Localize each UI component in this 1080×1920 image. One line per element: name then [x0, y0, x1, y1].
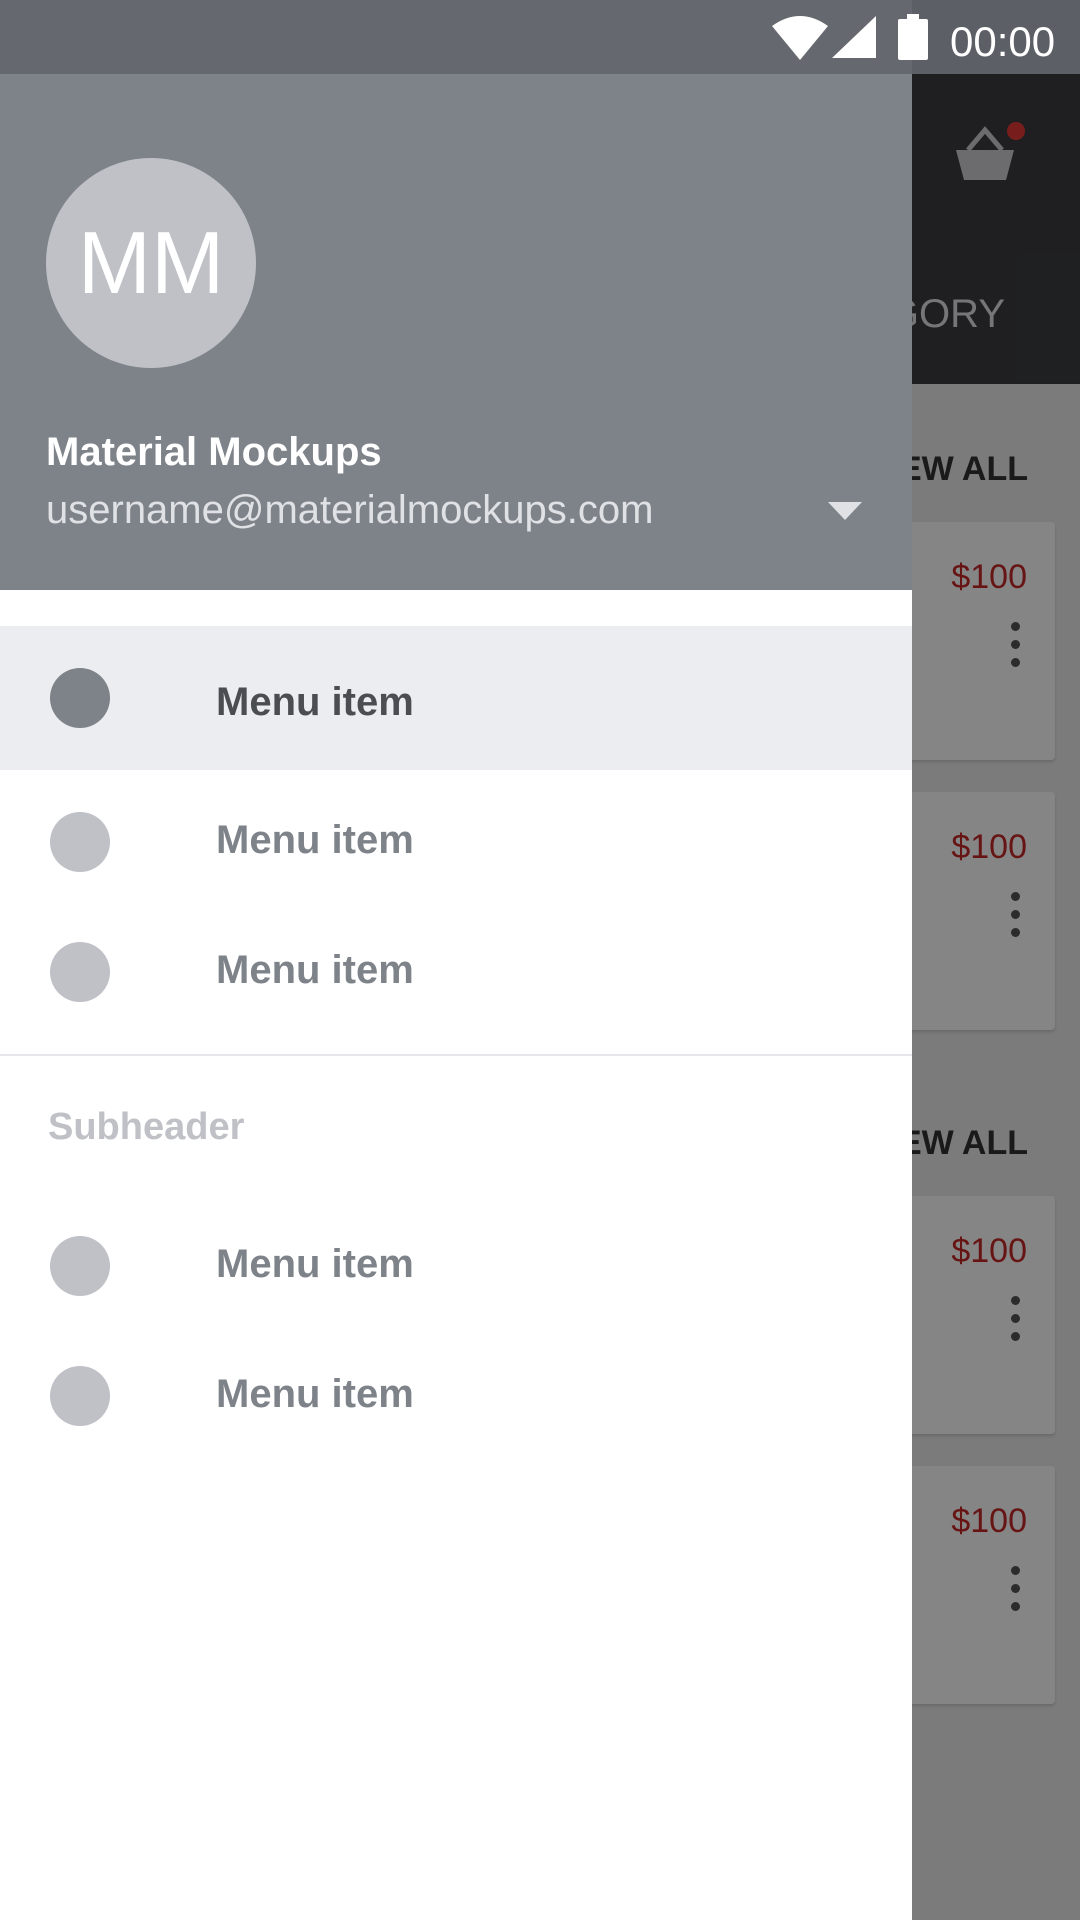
menu-item[interactable]: Menu item — [0, 770, 912, 900]
battery-icon — [898, 14, 928, 60]
wifi-icon — [772, 16, 828, 60]
navigation-drawer: MM Material Mockups username@materialmoc… — [0, 0, 912, 1920]
status-bar: 00:00 — [0, 0, 1080, 74]
status-time: 00:00 — [950, 18, 1056, 65]
menu-item[interactable]: Menu item — [0, 1194, 912, 1324]
circle-icon — [50, 668, 110, 728]
menu-item[interactable]: Menu item — [0, 900, 912, 1030]
circle-icon — [50, 942, 110, 1002]
dropdown-arrow-icon[interactable] — [828, 502, 862, 520]
menu-item-label: Menu item — [216, 1242, 414, 1286]
primary-menu: Menu item Menu item Menu item — [0, 626, 912, 1030]
menu-item[interactable]: Menu item — [0, 1324, 912, 1454]
menu-subheader: Subheader — [48, 1106, 245, 1148]
drawer-header: MM Material Mockups username@materialmoc… — [0, 74, 912, 590]
account-email: username@materialmockups.com — [46, 488, 654, 532]
menu-item-label: Menu item — [216, 948, 414, 992]
menu-item-label: Menu item — [216, 1372, 414, 1416]
menu-item[interactable]: Menu item — [0, 626, 912, 770]
circle-icon — [50, 1366, 110, 1426]
account-name: Material Mockups — [46, 430, 382, 474]
avatar[interactable]: MM — [46, 158, 256, 368]
menu-item-label: Menu item — [216, 818, 414, 862]
menu-item-label: Menu item — [216, 680, 414, 724]
secondary-menu: Menu item Menu item — [0, 1194, 912, 1454]
divider — [0, 1054, 912, 1056]
circle-icon — [50, 1236, 110, 1296]
circle-icon — [50, 812, 110, 872]
signal-icon — [832, 16, 876, 58]
